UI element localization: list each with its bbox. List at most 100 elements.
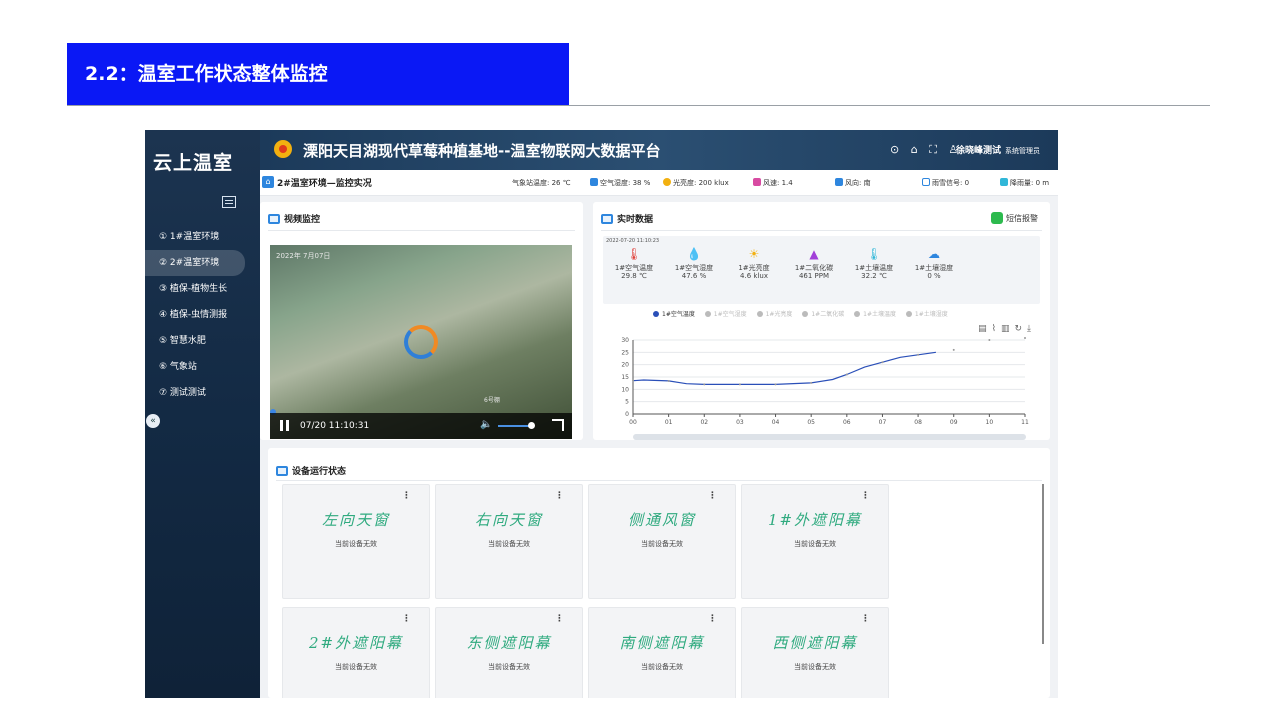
device-card[interactable]: ⋮ 侧通风窗 当前设备无效 (588, 484, 736, 599)
sensor-air-humidity: 💧 1#空气湿度 47.6 % (665, 246, 723, 280)
legend-item[interactable]: 1#土壤温度 (854, 311, 896, 318)
sensor-readings: 2022-07-20 11:10:23 🌡 1#空气温度 29.8 ℃ 💧 1#空气湿… (603, 236, 1040, 304)
sidebar-item-greenhouse-1[interactable]: ① 1#温室环境 (145, 224, 260, 250)
video-time: 07/20 11:10:31 (300, 421, 370, 431)
camera-label: 6号棚 (484, 397, 500, 404)
legend-dot-icon (905, 311, 912, 317)
sidebar-toggle-arrow-icon[interactable]: « (146, 414, 160, 428)
weather-bar-title: 2#温室环境—监控实况 (277, 179, 372, 189)
humidity-icon (590, 178, 598, 186)
y-tick-label: 10 (621, 386, 629, 393)
more-options-icon[interactable]: ⋮ (555, 614, 564, 624)
x-tick-label: 05 (807, 419, 815, 426)
chart-datazoom-scrollbar[interactable] (633, 434, 1026, 440)
pause-icon[interactable] (280, 420, 289, 431)
umbrella-icon (1000, 178, 1008, 186)
volume-icon[interactable]: 🔈 (480, 419, 492, 430)
device-name: 左向天窗 (321, 511, 390, 529)
rain-signal: 雨雪信号: 0 (922, 178, 969, 188)
device-status: 当前设备无效 (794, 540, 836, 548)
sensor-light: ☀ 1#光亮度 4.6 klux (725, 246, 783, 280)
realtime-panel-header: 实时数据 (601, 212, 653, 225)
device-card[interactable]: ⋮ 1#外遮阳幕 当前设备无效 (741, 484, 889, 599)
header-icon-group[interactable]: ⊙ ⌂ ⛶ ♙ (890, 143, 962, 157)
y-tick-label: 15 (621, 374, 629, 381)
more-options-icon[interactable]: ⋮ (861, 614, 870, 624)
divider (601, 230, 1042, 231)
sensor-soil-humidity: ☁ 1#土壤湿度 0 % (905, 246, 963, 280)
legend-item[interactable]: 1#空气温度 (653, 311, 695, 318)
home-icon[interactable]: ⌂ (262, 176, 274, 188)
sensor-name: 1#空气湿度 (674, 264, 714, 272)
device-card[interactable]: ⋮ 西侧遮阳幕 当前设备无效 (741, 607, 889, 698)
sidebar-item-smart-fertigation[interactable]: ⑤ 智慧水肥 (145, 328, 260, 354)
sensor-value: 461 PPM (798, 272, 830, 280)
temperature-line-chart: 05101520253000 01 02 03 04 05 06 07 08 09 10 11 (621, 337, 1029, 426)
sensor-name: 1#光亮度 (738, 264, 770, 272)
sidebar-item-weather-station[interactable]: ⑥ 气象站 (145, 354, 260, 380)
video-player[interactable]: 2022年 7月07日 6号棚 07/20 11:10:31 🔈 (270, 245, 572, 439)
weather-bar: ⌂ 2#温室环境—监控实况 气象站温度: 26 ℃ 空气湿度: 38 % 光亮度… (260, 170, 1058, 196)
divider (276, 480, 1042, 481)
device-card[interactable]: ⋮ 南侧遮阳幕 当前设备无效 (588, 607, 736, 698)
legend-label: 1#光亮度 (765, 311, 793, 318)
legend-label: 1#土壤湿度 (914, 311, 948, 318)
user-info[interactable]: 徐晓峰测试 系统管理员 (956, 143, 1040, 156)
sensor-air-temperature: 🌡 1#空气温度 29.8 ℃ (605, 246, 663, 280)
phone-icon (991, 212, 1003, 224)
menu-collapse-icon[interactable] (222, 196, 236, 208)
sensor-value: 4.6 klux (740, 272, 768, 280)
sidebar-item-plant-growth[interactable]: ③ 植保-植物生长 (145, 276, 260, 302)
sidebar-item-greenhouse-2[interactable]: ② 2#温室环境 (145, 250, 245, 276)
device-list-scrollbar[interactable] (1042, 484, 1044, 644)
device-name: 东侧遮阳幕 (466, 634, 552, 652)
sidebar-item-pest-forecast[interactable]: ④ 植保-虫情测报 (145, 302, 260, 328)
device-card[interactable]: ⋮ 左向天窗 当前设备无效 (282, 484, 430, 599)
sun-icon (663, 178, 671, 186)
device-card[interactable]: ⋮ 右向天窗 当前设备无效 (435, 484, 583, 599)
data-point (952, 348, 955, 351)
top-header: 溧阳天目湖现代草莓种植基地--温室物联网大数据平台 ⊙ ⌂ ⛶ ♙ 徐晓峰测试系… (260, 130, 1058, 170)
fullscreen-icon[interactable] (552, 419, 564, 431)
more-options-icon[interactable]: ⋮ (708, 491, 717, 501)
device-card[interactable]: ⋮ 2#外遮阳幕当前设备无效 (282, 607, 430, 698)
legend-item[interactable]: 1#光亮度 (756, 311, 793, 318)
series-line-air-temperature (632, 351, 936, 385)
light-level: 光亮度: 200 klux (663, 178, 729, 188)
volume-slider-knob[interactable] (528, 422, 535, 429)
platform-title: 溧阳天目湖现代草莓种植基地--温室物联网大数据平台 (303, 142, 661, 160)
soil-humidity-icon: ☁ (928, 247, 940, 261)
more-options-icon[interactable]: ⋮ (861, 491, 870, 501)
rain-signal-text: 雨雪信号: 0 (932, 179, 970, 187)
sms-alert-button[interactable]: 短信报警 (991, 212, 1038, 224)
device-status: 当前设备无效 (335, 663, 377, 671)
y-tick-label: 30 (621, 337, 629, 344)
data-point (738, 383, 741, 386)
more-options-icon[interactable]: ⋮ (708, 614, 717, 624)
more-options-icon[interactable]: ⋮ (402, 614, 411, 624)
app-logo: 云上温室 (153, 152, 234, 174)
sensor-name: 1#土壤温度 (854, 264, 894, 272)
legend-item[interactable]: 1#土壤湿度 (905, 311, 948, 318)
sensor-name: 1#空气温度 (614, 264, 654, 272)
more-options-icon[interactable]: ⋮ (555, 491, 564, 501)
monitor-icon (268, 214, 280, 224)
wind-icon (753, 178, 761, 186)
monitor-icon (276, 466, 288, 476)
humidity-drop-icon: 💧 (686, 247, 702, 261)
x-tick-label: 06 (843, 419, 851, 426)
data-point (667, 379, 670, 382)
sidebar-item-test[interactable]: ⑦ 测试测试 (145, 380, 260, 406)
legend-item[interactable]: 1#空气湿度 (704, 311, 747, 318)
x-tick-label: 08 (914, 419, 922, 426)
device-card[interactable]: ⋮ 东侧遮阳幕 当前设备无效 (435, 607, 583, 698)
legend-label: 1#二氧化碳 (811, 311, 845, 318)
data-point (810, 381, 813, 384)
device-status: 当前设备无效 (641, 540, 683, 548)
video-panel-header: 视频监控 (268, 212, 320, 225)
sensor-value: 32.2 ℃ (861, 272, 887, 280)
legend-item[interactable]: 1#二氧化碳 (802, 311, 844, 318)
y-tick-label: 5 (625, 399, 629, 406)
more-options-icon[interactable]: ⋮ (402, 491, 411, 501)
device-name: 2#外遮阳幕 (308, 634, 404, 652)
